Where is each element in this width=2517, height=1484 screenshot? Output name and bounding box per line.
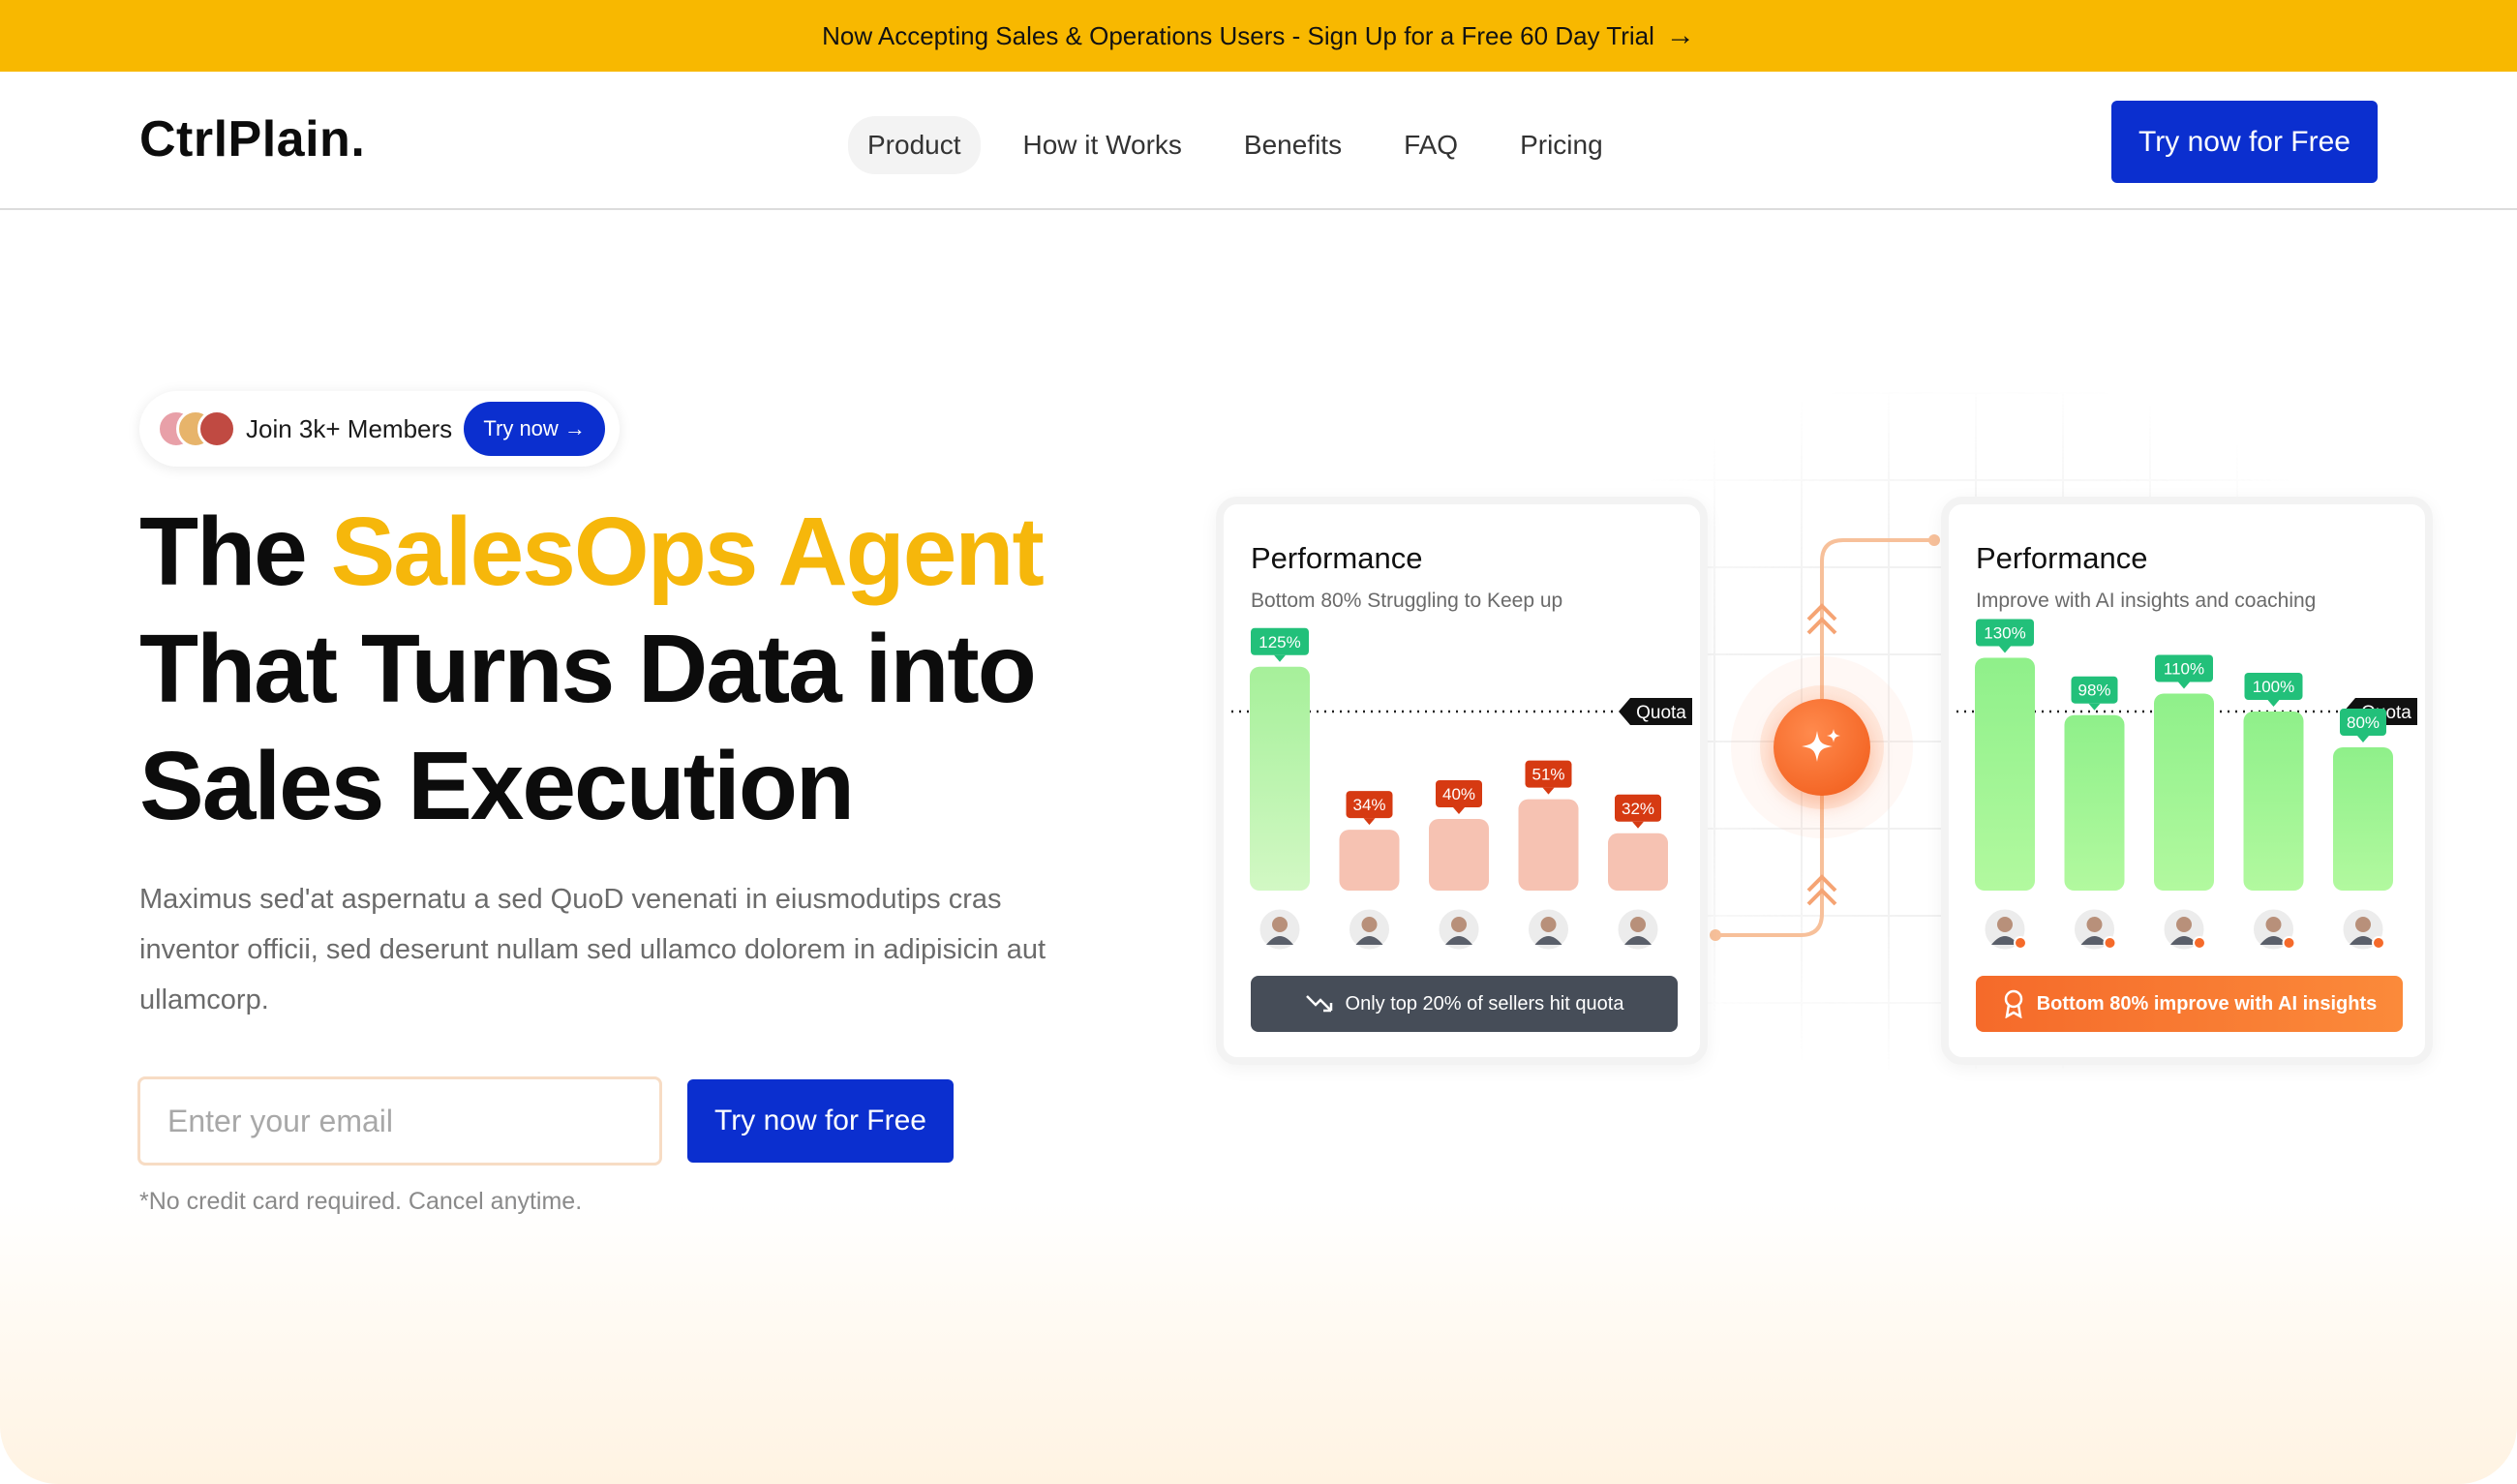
data-label: 98% bbox=[2077, 681, 2110, 700]
chart-bar bbox=[2333, 747, 2393, 891]
card-banner: Bottom 80% improve with AI insights bbox=[1976, 976, 2403, 1032]
data-label-pointer bbox=[1274, 654, 1286, 662]
data-label-pointer bbox=[1542, 787, 1555, 795]
ai-badge bbox=[2282, 936, 2296, 950]
performance-card-before: Performance Bottom 80% Struggling to Kee… bbox=[1216, 497, 1708, 1065]
avatar-head bbox=[1997, 917, 2013, 932]
chart-bar bbox=[1250, 666, 1310, 891]
ai-badge bbox=[2103, 936, 2117, 950]
members-pill: Join 3k+ Members Try now → bbox=[139, 391, 620, 467]
headline-line-3: Sales Execution bbox=[139, 732, 855, 840]
members-try-now-button[interactable]: Try now → bbox=[464, 402, 606, 456]
avatar-head bbox=[1272, 917, 1288, 932]
data-label-pointer bbox=[1999, 646, 2011, 653]
avatar-head bbox=[1540, 917, 1557, 932]
avatar-head bbox=[1361, 917, 1378, 932]
data-label: 100% bbox=[2253, 678, 2294, 696]
award-icon bbox=[2004, 989, 2022, 1018]
headline-prefix: The bbox=[139, 498, 331, 606]
card-banner: Only top 20% of sellers hit quota bbox=[1251, 976, 1678, 1032]
performance-bar-chart-before: Quota 125% 34% 40% 51% 32% bbox=[1231, 627, 1692, 953]
announcement-bar[interactable]: Now Accepting Sales & Operations Users -… bbox=[0, 0, 2517, 72]
members-count-text: Join 3k+ Members bbox=[246, 413, 453, 443]
banner-text: Bottom 80% improve with AI insights bbox=[2036, 992, 2378, 1015]
avatar-head bbox=[2086, 917, 2103, 932]
nav-item-product[interactable]: Product bbox=[848, 116, 981, 174]
data-label-pointer bbox=[1632, 821, 1644, 829]
logo[interactable]: CtrlPlain. bbox=[139, 110, 365, 168]
data-label-pointer bbox=[1453, 807, 1465, 814]
email-input[interactable] bbox=[137, 1076, 662, 1166]
data-label: 34% bbox=[1352, 796, 1385, 814]
main-nav: Product How it Works Benefits FAQ Pricin… bbox=[848, 116, 1646, 174]
data-label: 130% bbox=[1984, 624, 2025, 643]
performance-bar-chart-after: Quota130%98%110%100%80% bbox=[1956, 619, 2417, 953]
site-header: CtrlPlain. Product How it Works Benefits… bbox=[0, 72, 2517, 210]
hero-try-now-button[interactable]: Try now for Free bbox=[687, 1079, 954, 1163]
hero-headline: The SalesOps Agent That Turns Data into … bbox=[139, 494, 1045, 845]
data-label: 110% bbox=[2164, 660, 2204, 679]
avatar-head bbox=[2355, 917, 2371, 932]
chart-bar bbox=[2243, 712, 2304, 891]
chart-bar bbox=[2154, 693, 2214, 891]
trend-down-icon bbox=[1305, 995, 1332, 1013]
quota-label: Quota bbox=[1636, 703, 1686, 723]
chart-bar bbox=[1608, 833, 1668, 891]
avatar-head bbox=[1630, 917, 1646, 932]
no-credit-card-disclaimer: *No credit card required. Cancel anytime… bbox=[139, 1188, 583, 1215]
chart-bar bbox=[1429, 819, 1489, 891]
chart-bar bbox=[1339, 830, 1400, 891]
ai-sparkle-hub bbox=[1774, 699, 1870, 796]
avatar-head bbox=[2176, 917, 2192, 932]
data-label-pointer bbox=[2357, 736, 2369, 742]
avatar bbox=[197, 409, 236, 448]
chart-bar bbox=[1975, 657, 2035, 891]
hero-subtext: Maximus sed'at aspernatu a sed QuoD vene… bbox=[139, 884, 1046, 1015]
data-label: 40% bbox=[1442, 785, 1475, 803]
ai-badge bbox=[2193, 936, 2206, 950]
header-try-now-button[interactable]: Try now for Free bbox=[2111, 101, 2378, 183]
member-avatars bbox=[157, 409, 238, 448]
ai-badge bbox=[2014, 936, 2027, 950]
nav-item-pricing[interactable]: Pricing bbox=[1501, 116, 1622, 174]
avatar-head bbox=[2265, 917, 2282, 932]
announcement-text: Now Accepting Sales & Operations Users -… bbox=[822, 20, 1654, 50]
data-label-pointer bbox=[1363, 818, 1376, 826]
headline-line-2: That Turns Data into bbox=[139, 615, 1037, 723]
chart-bar bbox=[1518, 799, 1579, 891]
performance-card-after: Performance Improve with AI insights and… bbox=[1941, 497, 2433, 1065]
nav-item-how-it-works[interactable]: How it Works bbox=[1004, 116, 1201, 174]
nav-item-benefits[interactable]: Benefits bbox=[1225, 116, 1361, 174]
data-label-pointer bbox=[2267, 700, 2280, 707]
data-label: 125% bbox=[1258, 633, 1300, 651]
arrow-right-icon: → bbox=[1665, 19, 1695, 51]
banner-text: Only top 20% of sellers hit quota bbox=[1345, 992, 1624, 1015]
nav-item-faq[interactable]: FAQ bbox=[1384, 116, 1477, 174]
data-label: 80% bbox=[2347, 713, 2380, 732]
data-label-pointer bbox=[2088, 703, 2101, 711]
chart-bar bbox=[2064, 714, 2125, 891]
headline-accent: SalesOps Agent bbox=[330, 498, 1045, 606]
ai-badge bbox=[2372, 936, 2385, 950]
data-label-pointer bbox=[2178, 681, 2190, 689]
avatar-head bbox=[1451, 917, 1467, 932]
sparkle-icon bbox=[1802, 729, 1840, 762]
data-label: 51% bbox=[1531, 766, 1564, 784]
hero-background-gradient bbox=[0, 1200, 2517, 1484]
data-label: 32% bbox=[1622, 800, 1654, 818]
